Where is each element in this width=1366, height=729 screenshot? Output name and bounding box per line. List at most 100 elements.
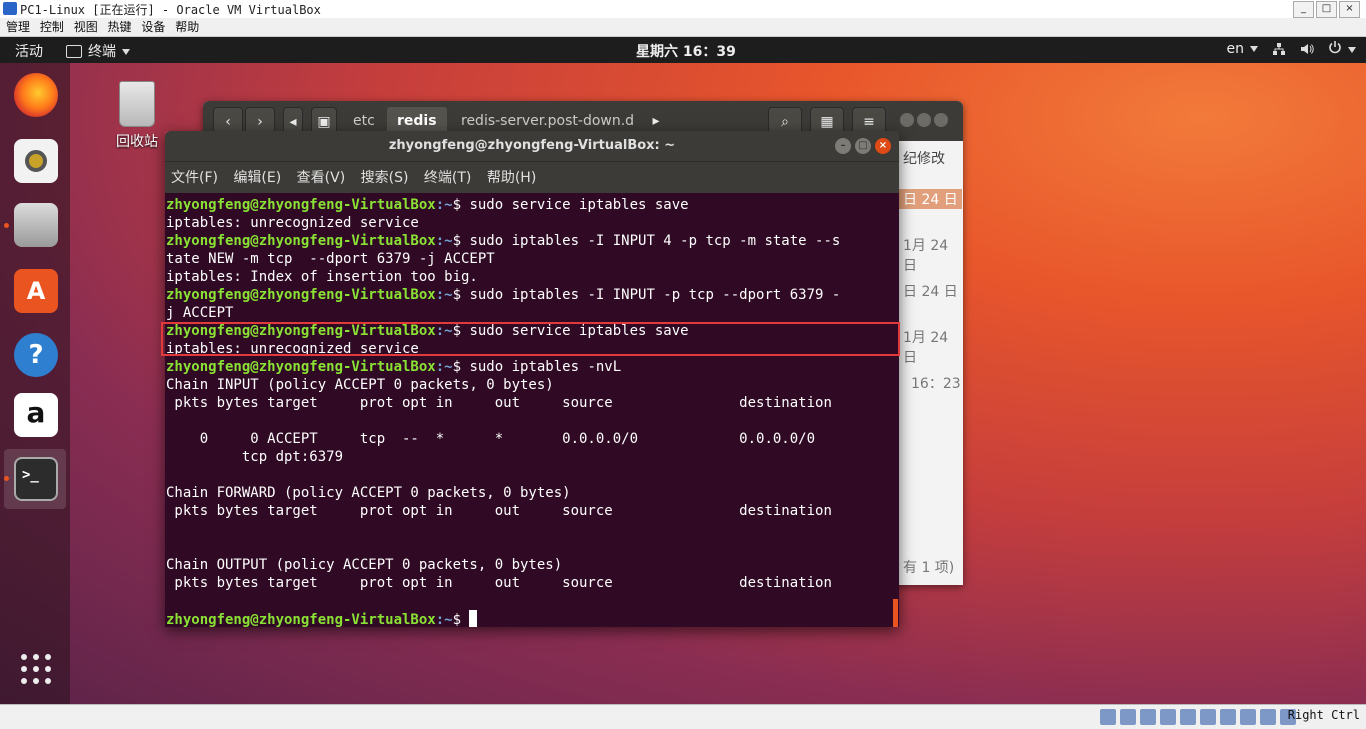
prompt-user: zhyongfeng@zhyongfeng-VirtualBox — [166, 359, 436, 375]
host-menu-devices[interactable]: 设备 — [141, 18, 165, 36]
optical-drive-icon[interactable] — [1120, 709, 1136, 725]
firefox-icon[interactable] — [14, 73, 58, 117]
power-menu[interactable] — [1328, 40, 1356, 58]
network-adapter-icon[interactable] — [1160, 709, 1176, 725]
display-icon[interactable] — [1220, 709, 1236, 725]
host-maximize-button[interactable]: □ — [1316, 1, 1337, 18]
terminal-command-line: zhyongfeng@zhyongfeng-VirtualBox:~$ sudo… — [166, 232, 840, 250]
language-indicator[interactable]: en — [1227, 41, 1258, 57]
status-selection-count: 有 1 项) — [903, 560, 955, 576]
fm-close-button[interactable] — [934, 113, 948, 127]
file-modified-date: 1月 24 日 — [903, 330, 949, 366]
host-status-bar: Right Ctrl — [0, 704, 1366, 729]
host-menu-manage[interactable]: 管理 — [6, 18, 30, 36]
terminal-output-line: j ACCEPT — [166, 305, 234, 321]
recording-icon[interactable] — [1240, 709, 1256, 725]
shared-folder-icon[interactable] — [1200, 709, 1216, 725]
terminal-command-line: zhyongfeng@zhyongfeng-VirtualBox:~$ sudo… — [166, 286, 840, 304]
power-icon — [1329, 41, 1341, 54]
host-window-title: PC1-Linux [正在运行] - Oracle VM VirtualBox — [20, 3, 321, 17]
prompt-path: :~ — [435, 233, 453, 249]
menu-help[interactable]: 帮助(H) — [487, 170, 536, 186]
host-menu-view[interactable]: 视图 — [74, 18, 98, 36]
host-menu-help[interactable]: 帮助 — [175, 18, 199, 36]
prompt-path: :~ — [435, 612, 453, 627]
caret-down-icon — [1250, 46, 1258, 52]
terminal-output-line: Chain OUTPUT (policy ACCEPT 0 packets, 0… — [166, 557, 563, 573]
command-text: sudo service iptables save — [469, 197, 689, 213]
terminal-menu-bar: 文件(F) 编辑(E) 查看(V) 搜索(S) 终端(T) 帮助(H) — [165, 161, 899, 194]
guest-desktop: 活动 终端 星期六 16：39 en A ? a >_ 回收站 ‹ › ◂ ▣ … — [0, 37, 1366, 704]
host-minimize-button[interactable]: _ — [1293, 1, 1314, 18]
running-indicator — [4, 476, 9, 481]
menu-terminal[interactable]: 终端(T) — [424, 170, 471, 186]
fm-maximize-button[interactable] — [917, 113, 931, 127]
maximize-icon[interactable]: □ — [855, 138, 871, 154]
amazon-icon[interactable]: a — [14, 393, 58, 437]
caret-down-icon — [122, 49, 130, 55]
host-key-label: Right Ctrl — [1287, 708, 1360, 722]
caret-down-icon — [1348, 47, 1356, 53]
terminal-command-line: zhyongfeng@zhyongfeng-VirtualBox:~$ — [166, 610, 478, 627]
command-text: sudo iptables -nvL — [469, 359, 622, 375]
running-indicator — [4, 223, 9, 228]
app-menu-label: 终端 — [88, 44, 116, 60]
terminal-window: zhyongfeng@zhyongfeng-VirtualBox: ~ – □ … — [165, 131, 899, 627]
terminal-small-icon — [66, 44, 82, 58]
terminal-output-line: 0 0 ACCEPT tcp -- * * 0.0.0.0/0 0.0.0.0/… — [166, 431, 816, 447]
clock[interactable]: 星期六 16：39 — [636, 41, 736, 61]
fm-minimize-button[interactable] — [900, 113, 914, 127]
host-title-bar: PC1-Linux [正在运行] - Oracle VM VirtualBox … — [0, 0, 1366, 19]
terminal-scrollbar[interactable] — [893, 599, 898, 627]
host-menu-bar: 管理 控制 视图 热键 设备 帮助 — [0, 18, 1366, 37]
terminal-title: zhyongfeng@zhyongfeng-VirtualBox: ~ — [388, 138, 676, 153]
menu-edit[interactable]: 编辑(E) — [233, 170, 281, 186]
menu-file[interactable]: 文件(F) — [171, 170, 218, 186]
host-close-button[interactable]: × — [1339, 1, 1360, 18]
usb-icon[interactable] — [1180, 709, 1196, 725]
terminal-cursor — [469, 610, 478, 627]
cpu-icon[interactable] — [1260, 709, 1276, 725]
prompt-sign: $ — [452, 287, 470, 303]
terminal-output-line: Chain INPUT (policy ACCEPT 0 packets, 0 … — [166, 377, 554, 393]
file-modified-date: 16：23 — [911, 376, 961, 392]
network-icon[interactable] — [1272, 42, 1286, 56]
prompt-sign: $ — [452, 359, 470, 375]
help-icon[interactable]: ? — [14, 333, 58, 377]
prompt-sign: $ — [452, 197, 470, 213]
software-center-icon[interactable]: A — [14, 269, 58, 313]
app-menu-button[interactable]: 终端 — [66, 41, 130, 61]
volume-icon[interactable] — [1300, 42, 1314, 56]
terminal-title-bar[interactable]: zhyongfeng@zhyongfeng-VirtualBox: ~ – □ … — [165, 131, 899, 161]
command-text: sudo iptables -I INPUT -p tcp --dport 63… — [469, 287, 841, 303]
prompt-user: zhyongfeng@zhyongfeng-VirtualBox — [166, 287, 436, 303]
prompt-sign: $ — [452, 233, 470, 249]
host-menu-hotkey[interactable]: 热键 — [108, 18, 132, 36]
audio-icon[interactable] — [1140, 709, 1156, 725]
file-modified-date: 日 24 日 — [903, 284, 958, 300]
minimize-icon[interactable]: – — [835, 138, 851, 154]
prompt-user: zhyongfeng@zhyongfeng-VirtualBox — [166, 233, 436, 249]
show-applications-icon[interactable] — [20, 653, 52, 685]
terminal-output[interactable]: zhyongfeng@zhyongfeng-VirtualBox:~$ sudo… — [165, 193, 899, 627]
close-icon[interactable]: × — [875, 138, 891, 154]
menu-search[interactable]: 搜索(S) — [361, 170, 409, 186]
virtualbox-icon — [3, 2, 17, 15]
files-icon[interactable] — [14, 203, 58, 247]
terminal-output-line: tcp dpt:6379 — [166, 449, 344, 465]
host-menu-control[interactable]: 控制 — [40, 18, 64, 36]
activities-button[interactable]: 活动 — [15, 41, 43, 61]
hard-disk-icon[interactable] — [1100, 709, 1116, 725]
rhythmbox-icon[interactable] — [14, 139, 58, 183]
trash-desktop-item[interactable]: 回收站 — [112, 81, 162, 151]
prompt-path: :~ — [435, 287, 453, 303]
prompt-user: zhyongfeng@zhyongfeng-VirtualBox — [166, 197, 436, 213]
prompt-path: :~ — [435, 359, 453, 375]
terminal-icon[interactable]: >_ — [14, 457, 58, 501]
terminal-output-line: pkts bytes target prot opt in out source… — [166, 503, 832, 519]
file-list-partial: 纪修改 日 24 日 1月 24 日 日 24 日 1月 24 日 16：23 … — [893, 141, 963, 585]
terminal-command-line: zhyongfeng@zhyongfeng-VirtualBox:~$ sudo… — [166, 358, 621, 376]
menu-view[interactable]: 查看(V) — [297, 170, 346, 186]
launcher-dock: A ? a >_ — [0, 63, 70, 704]
column-header-modified[interactable]: 纪修改 — [903, 148, 945, 168]
